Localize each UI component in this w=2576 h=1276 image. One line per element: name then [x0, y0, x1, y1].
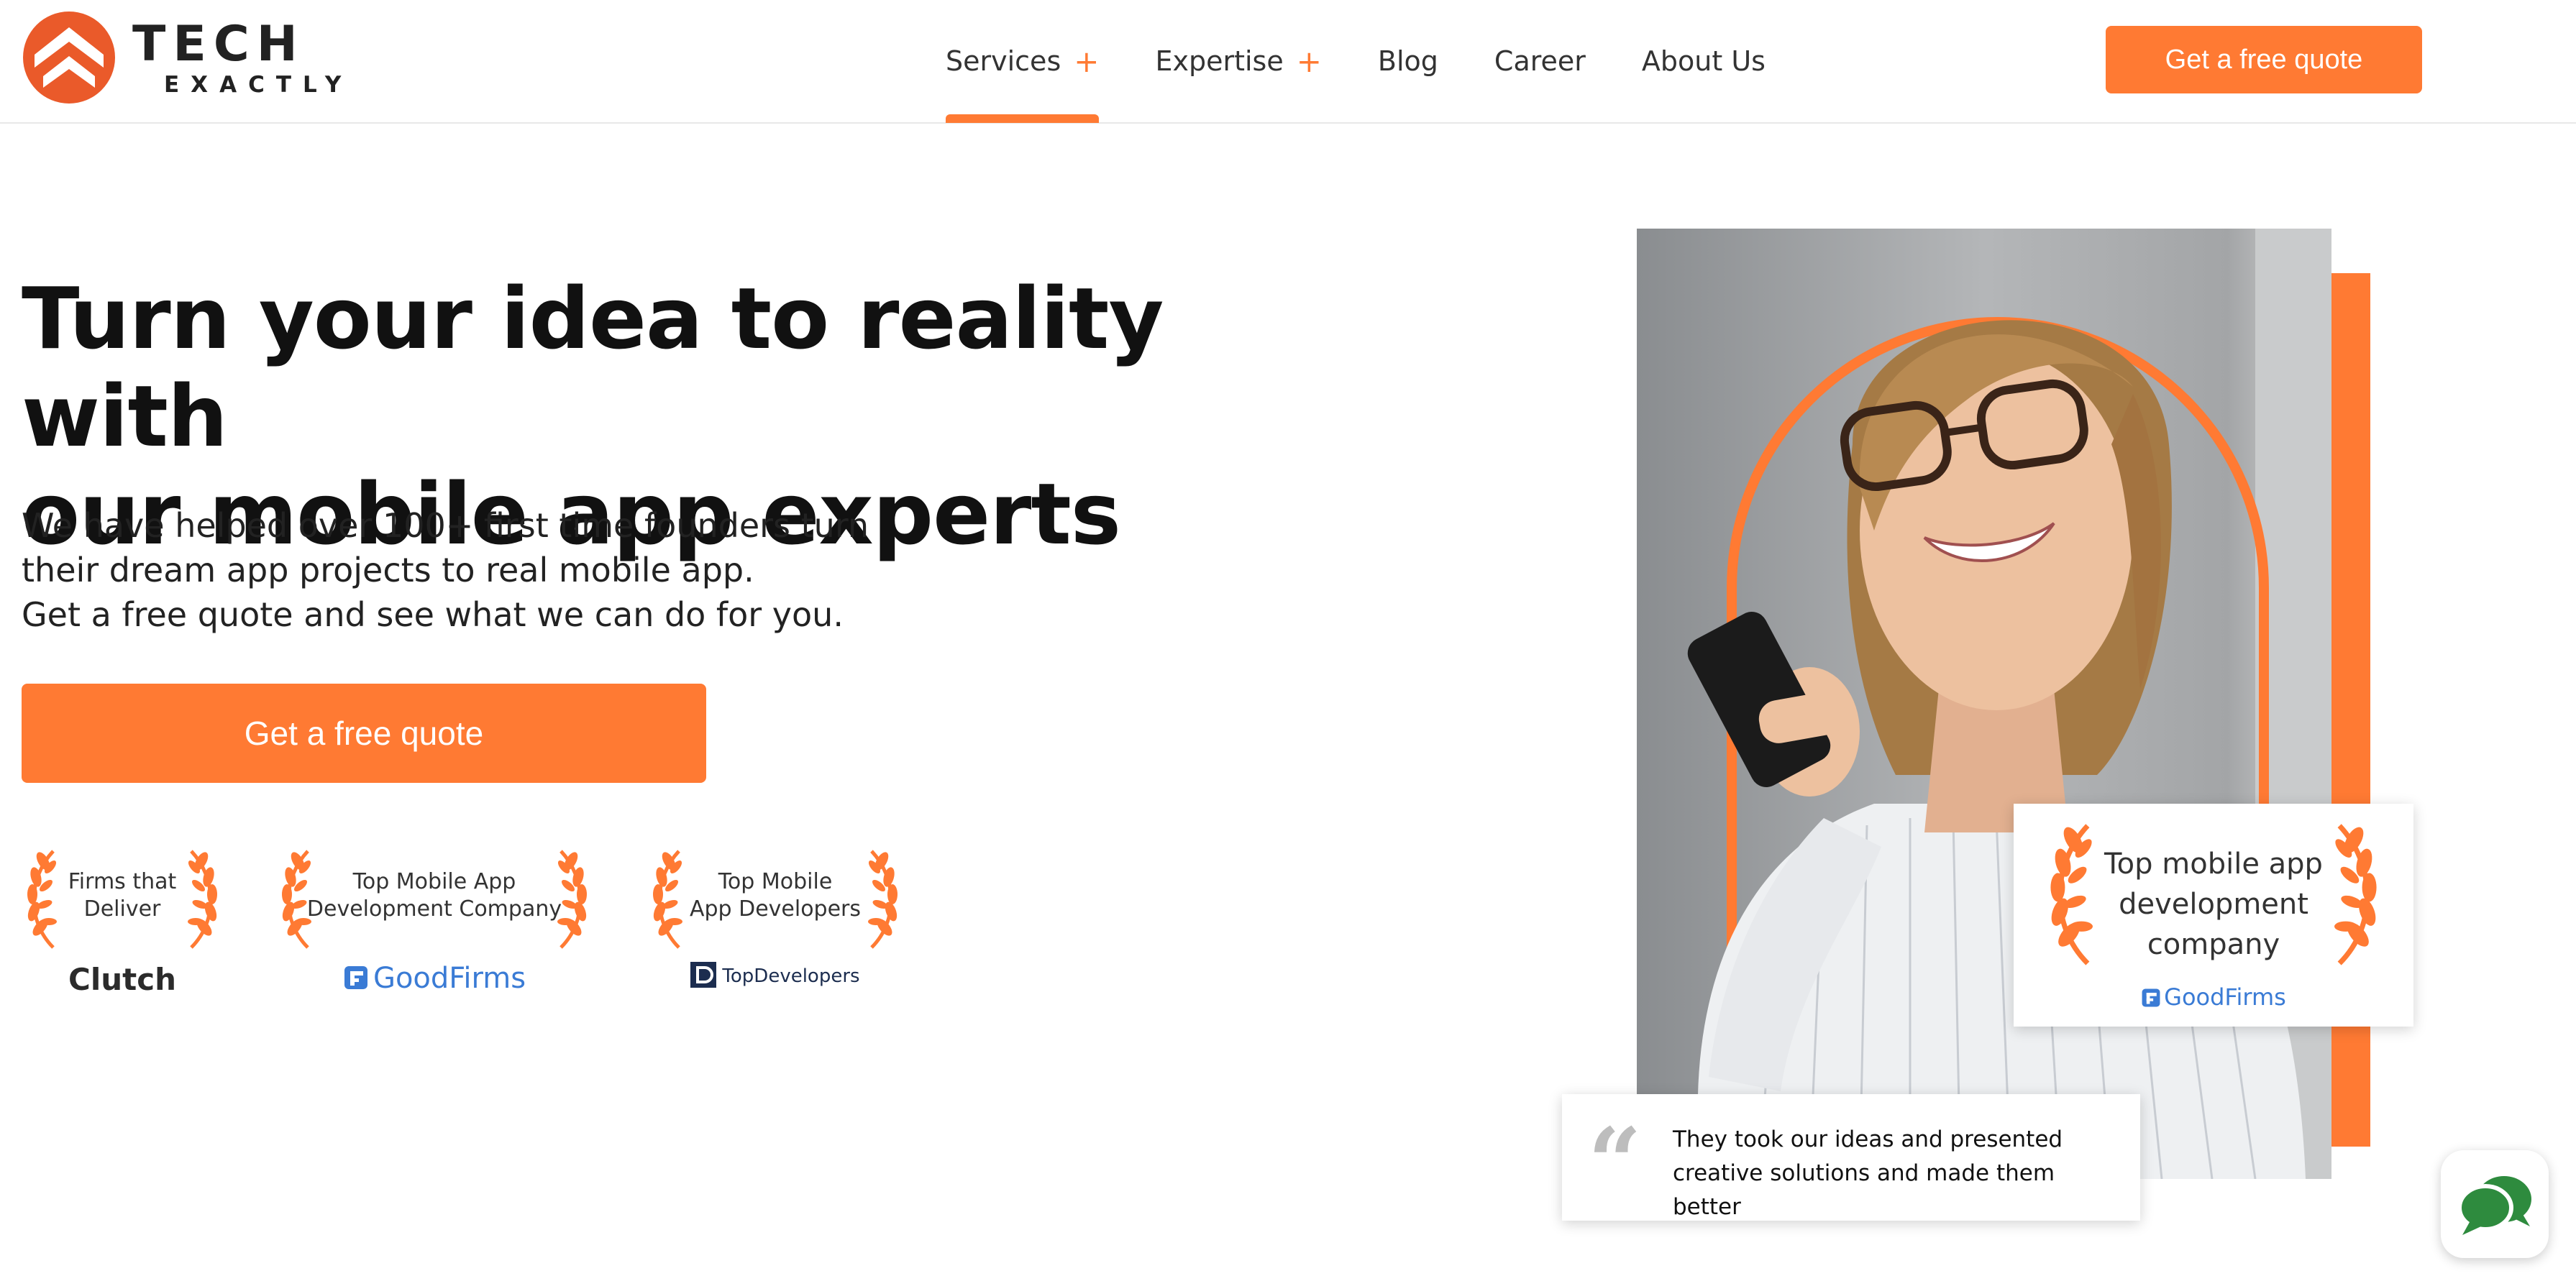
brand-name-line2: EXACTLY [164, 72, 353, 98]
nav-label-about-us: About Us [1641, 45, 1766, 77]
expand-plus-icon: + [1296, 43, 1322, 79]
header-quote-button[interactable]: Get a free quote [2106, 26, 2422, 93]
chat-widget-button[interactable] [2441, 1150, 2549, 1258]
brand-logo[interactable]: TECH EXACTLY [22, 10, 341, 111]
badge-topdevelopers: Top Mobile App Developers TopDevelopers [647, 848, 903, 999]
award-line3: company [2147, 928, 2280, 961]
hero-photo-illustration [1637, 229, 2331, 1179]
hero-quote-button[interactable]: Get a free quote [22, 684, 706, 783]
goodfirms-logo-icon [2142, 988, 2160, 1007]
nav-label-career: Career [1494, 45, 1586, 77]
badge-line1: Top Mobile [718, 869, 833, 894]
badge-line2: Deliver [83, 896, 161, 922]
expand-plus-icon: + [1074, 43, 1100, 79]
testimonial-text: They took our ideas and presented creati… [1673, 1123, 2119, 1224]
award-card-brand: GoodFirms [2014, 983, 2413, 1011]
nav-item-services[interactable]: Services + [946, 0, 1100, 123]
hero-sub-line3: Get a free quote and see what we can do … [22, 595, 844, 634]
testimonial-line1: They took our ideas and presented [1673, 1126, 2063, 1152]
nav-item-career[interactable]: Career [1494, 0, 1586, 122]
topdevelopers-logo: TopDevelopers [647, 962, 903, 988]
clutch-brand-text: Clutch [68, 962, 176, 997]
quote-icon: “ [1588, 1107, 1642, 1217]
brand-wordmark: TECH EXACTLY [132, 19, 352, 99]
goodfirms-brand-text: GoodFirms [373, 962, 526, 995]
topdevelopers-brand-text: TopDevelopers [722, 965, 860, 987]
badge-line2: App Developers [689, 896, 862, 922]
goodfirms-brand-text: GoodFirms [2164, 983, 2286, 1011]
nav-item-expertise[interactable]: Expertise + [1155, 0, 1321, 122]
badge-text: Top Mobile App Developers [676, 868, 874, 923]
hero-sub-line1: We have helped over 100+ first time foun… [22, 506, 869, 545]
topdevelopers-logo-icon [690, 962, 717, 988]
badge-line1: Top Mobile App [352, 869, 516, 894]
hero-photo-woman-with-phone [1637, 229, 2331, 1179]
goodfirms-logo-icon [344, 966, 367, 989]
brand-name-line1: TECH [132, 16, 305, 73]
nav-label-blog: Blog [1377, 45, 1438, 77]
badge-goodfirms: Top Mobile App Development Company GoodF… [276, 848, 593, 999]
testimonial-card: “ They took our ideas and presented crea… [1562, 1094, 2140, 1221]
hero-subtitle: We have helped over 100+ first time foun… [22, 503, 1028, 637]
badge-clutch: Firms that Deliver Clutch [22, 848, 223, 999]
clutch-logo: Clutch [22, 962, 223, 997]
badge-line2: Development Company [306, 896, 562, 922]
testimonial-line2: creative solutions and made them better [1673, 1160, 2055, 1220]
main-nav: Services + Expertise + Blog Career About… [946, 0, 1822, 123]
hero-title-line1: Turn your idea to reality with [22, 269, 1164, 466]
award-card-text: Top mobile app development company [2086, 844, 2342, 965]
award-line1: Top mobile app [2104, 848, 2323, 881]
nav-label-services: Services [946, 45, 1061, 77]
hero-sub-line2: their dream app projects to real mobile … [22, 551, 754, 589]
active-nav-indicator [946, 114, 1100, 123]
goodfirms-logo: GoodFirms [276, 962, 593, 995]
badge-line1: Firms that [68, 869, 177, 894]
nav-item-blog[interactable]: Blog [1378, 0, 1438, 122]
tech-exactly-logo-icon [23, 12, 115, 104]
nav-label-expertise: Expertise [1155, 45, 1284, 77]
site-header: TECH EXACTLY Services + Expertise + Blog… [0, 0, 2576, 124]
badge-text: Firms that Deliver [50, 868, 194, 923]
nav-item-about-us[interactable]: About Us [1642, 0, 1766, 122]
chat-bubbles-icon [2457, 1176, 2531, 1235]
award-card: Top mobile app development company GoodF… [2014, 804, 2413, 1027]
award-line2: development [2119, 888, 2308, 921]
badge-text: Top Mobile App Development Company [305, 868, 564, 923]
